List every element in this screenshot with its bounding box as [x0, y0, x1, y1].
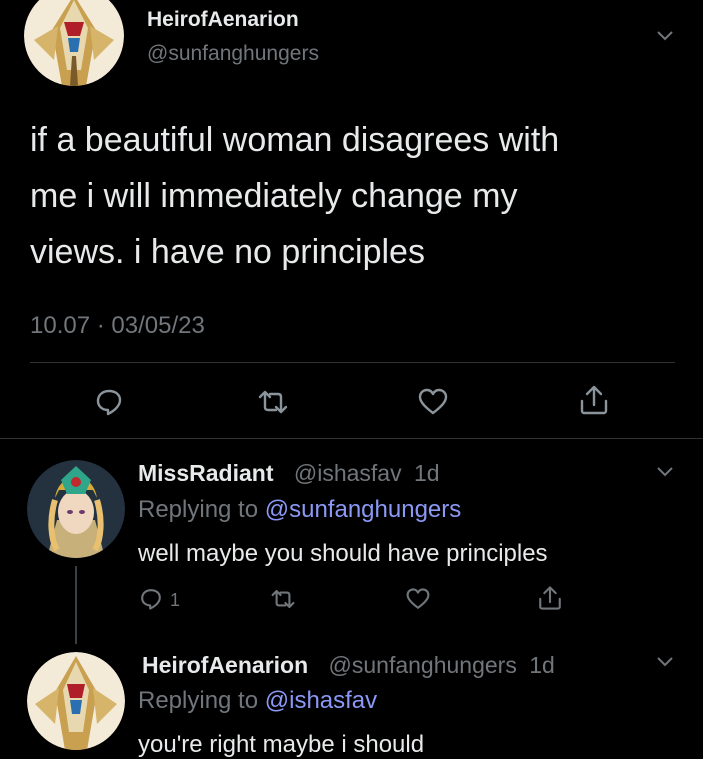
tweet-text-line: me i will immediately change my: [30, 177, 518, 215]
reply-handle[interactable]: @sunfanghungers: [329, 652, 517, 678]
replying-to: Replying to @sunfanghungers: [138, 496, 461, 524]
reply-button[interactable]: [92, 385, 126, 419]
tweet-text-line: views. i have no principles: [30, 233, 425, 271]
reply-text: well maybe you should have principles: [138, 540, 548, 567]
like-icon: [418, 388, 448, 415]
replying-to: Replying to @ishasfav: [138, 687, 377, 715]
reply-header: MissRadiant @ishasfav 1d: [138, 460, 440, 487]
author-handle[interactable]: @sunfanghungers: [147, 42, 319, 66]
chevron-down-icon[interactable]: [656, 656, 674, 668]
share-icon: [539, 586, 561, 610]
reply-avatar[interactable]: [27, 460, 125, 558]
reply-age[interactable]: 1d: [529, 652, 555, 678]
like-button[interactable]: [415, 385, 451, 419]
reply-button[interactable]: [138, 586, 164, 612]
like-icon: [406, 588, 430, 609]
chevron-down-icon[interactable]: [656, 30, 674, 42]
tweet-timestamp[interactable]: 10.07 · 03/05/23: [30, 312, 205, 340]
reply-display-name[interactable]: HeirofAenarion: [142, 652, 308, 678]
replying-to-mention[interactable]: @sunfanghungers: [265, 496, 462, 523]
share-button[interactable]: [536, 584, 564, 612]
reply-icon: [96, 389, 122, 416]
divider: [30, 362, 675, 363]
chevron-down-icon[interactable]: [656, 466, 674, 478]
tweet-text: if a beautiful woman disagrees with me i…: [30, 112, 559, 280]
like-button[interactable]: [404, 586, 432, 612]
retweet-button[interactable]: [254, 385, 292, 419]
reply-age[interactable]: 1d: [414, 460, 440, 486]
reply-text: you're right maybe i should: [138, 731, 425, 758]
replying-to-label: Replying to: [138, 687, 259, 714]
share-button[interactable]: [576, 382, 612, 418]
tweet-text-line: if a beautiful woman disagrees with: [30, 121, 560, 159]
divider: [0, 438, 703, 439]
thread-line: [75, 566, 77, 644]
replying-to-label: Replying to: [138, 496, 259, 523]
retweet-icon: [271, 589, 295, 609]
reply-header: HeirofAenarion @sunfanghungers 1d: [142, 652, 555, 679]
retweet-icon: [258, 390, 288, 414]
reply-handle[interactable]: @ishasfav: [294, 460, 402, 486]
reply-display-name[interactable]: MissRadiant: [138, 460, 273, 486]
replying-to-mention[interactable]: @ishasfav: [265, 687, 377, 714]
reply-icon: [141, 589, 161, 610]
reply-count: 1: [170, 590, 181, 610]
share-icon: [580, 385, 608, 415]
retweet-button[interactable]: [268, 586, 298, 612]
author-display-name[interactable]: HeirofAenarion: [147, 8, 299, 32]
reply-avatar[interactable]: [27, 652, 125, 750]
author-avatar[interactable]: [24, 0, 124, 86]
